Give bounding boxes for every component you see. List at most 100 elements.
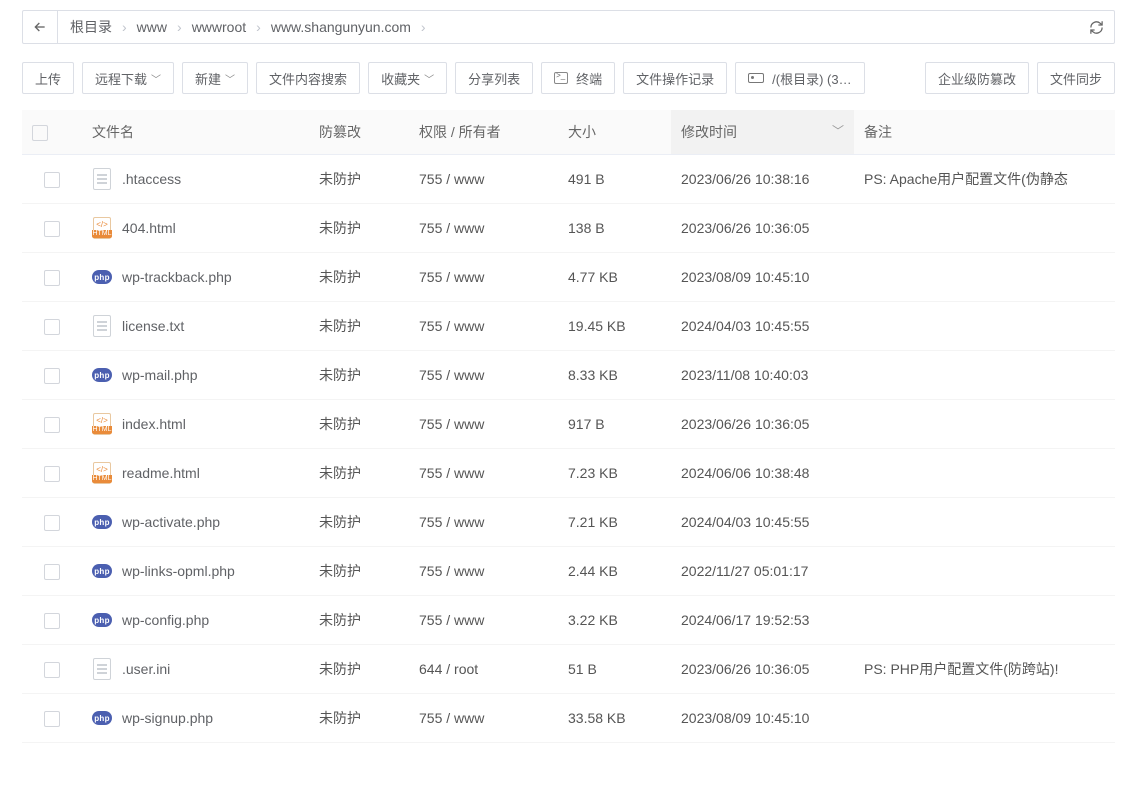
html-file-icon (92, 218, 112, 238)
row-checkbox[interactable] (44, 613, 60, 629)
size-cell: 19.45 KB (558, 302, 671, 351)
row-checkbox[interactable] (44, 662, 60, 678)
file-name[interactable]: wp-links-opml.php (122, 563, 235, 579)
content-search-button[interactable]: 文件内容搜索 (256, 62, 360, 94)
table-row[interactable]: phpwp-trackback.php未防护755 / www4.77 KB20… (22, 253, 1115, 302)
table-row[interactable]: 404.html未防护755 / www138 B2023/06/26 10:3… (22, 204, 1115, 253)
row-checkbox[interactable] (44, 221, 60, 237)
chevron-down-icon: ﹀ (424, 71, 434, 86)
note-cell (854, 449, 1115, 498)
row-checkbox[interactable] (44, 711, 60, 727)
table-row[interactable]: phpwp-activate.php未防护755 / www7.21 KB202… (22, 498, 1115, 547)
col-header-checkbox[interactable] (22, 110, 82, 155)
php-file-icon: php (92, 267, 112, 287)
php-file-icon: php (92, 708, 112, 728)
size-cell: 33.58 KB (558, 694, 671, 743)
note-cell (854, 596, 1115, 645)
back-button[interactable] (22, 10, 58, 44)
table-row[interactable]: readme.html未防护755 / www7.23 KB2024/06/06… (22, 449, 1115, 498)
table-row[interactable]: index.html未防护755 / www917 B2023/06/26 10… (22, 400, 1115, 449)
col-header-note[interactable]: 备注 (854, 110, 1115, 155)
file-sync-button[interactable]: 文件同步 (1037, 62, 1115, 94)
text-file-icon (92, 659, 112, 679)
file-name[interactable]: license.txt (122, 318, 184, 334)
row-checkbox[interactable] (44, 172, 60, 188)
breadcrumb-segment[interactable]: www (129, 19, 175, 35)
row-checkbox[interactable] (44, 270, 60, 286)
protect-cell: 未防护 (309, 645, 409, 694)
terminal-button[interactable]: 终端 (541, 62, 615, 94)
perm-cell: 755 / www (409, 302, 558, 351)
php-file-icon: php (92, 365, 112, 385)
upload-button[interactable]: 上传 (22, 62, 74, 94)
note-cell: PS: Apache用户配置文件(伪静态 (854, 155, 1115, 204)
table-row[interactable]: .user.ini未防护644 / root51 B2023/06/26 10:… (22, 645, 1115, 694)
table-row[interactable]: .htaccess未防护755 / www491 B2023/06/26 10:… (22, 155, 1115, 204)
table-row[interactable]: phpwp-links-opml.php未防护755 / www2.44 KB2… (22, 547, 1115, 596)
perm-cell: 755 / www (409, 449, 558, 498)
select-all-checkbox[interactable] (32, 125, 48, 141)
perm-cell: 755 / www (409, 596, 558, 645)
table-row[interactable]: phpwp-config.php未防护755 / www3.22 KB2024/… (22, 596, 1115, 645)
file-name[interactable]: wp-mail.php (122, 367, 197, 383)
size-cell: 491 B (558, 155, 671, 204)
php-file-icon: php (92, 561, 112, 581)
breadcrumb-segment[interactable]: wwwroot (184, 19, 254, 35)
breadcrumb-path: 根目录›www›wwwroot›www.shangunyun.com› (58, 10, 1079, 44)
file-name[interactable]: wp-trackback.php (122, 269, 232, 285)
breadcrumb-segment[interactable]: www.shangunyun.com (263, 19, 419, 35)
col-header-perm[interactable]: 权限 / 所有者 (409, 110, 558, 155)
html-file-icon (92, 463, 112, 483)
breadcrumb-segment[interactable]: 根目录 (62, 17, 120, 37)
perm-cell: 755 / www (409, 498, 558, 547)
row-checkbox[interactable] (44, 466, 60, 482)
table-row[interactable]: phpwp-mail.php未防护755 / www8.33 KB2023/11… (22, 351, 1115, 400)
size-cell: 917 B (558, 400, 671, 449)
note-cell (854, 498, 1115, 547)
row-checkbox[interactable] (44, 564, 60, 580)
file-name[interactable]: .user.ini (122, 661, 170, 677)
breadcrumb-bar: 根目录›www›wwwroot›www.shangunyun.com› (22, 10, 1115, 44)
share-list-button[interactable]: 分享列表 (455, 62, 533, 94)
row-checkbox[interactable] (44, 319, 60, 335)
file-name[interactable]: index.html (122, 416, 186, 432)
perm-cell: 644 / root (409, 645, 558, 694)
remote-download-button[interactable]: 远程下载﹀ (82, 62, 174, 94)
refresh-button[interactable] (1079, 10, 1115, 44)
operation-log-button[interactable]: 文件操作记录 (623, 62, 727, 94)
file-table: 文件名 防篡改 权限 / 所有者 大小 修改时间﹀ 备注 .htaccess未防… (22, 110, 1115, 743)
disk-root-button[interactable]: /(根目录) (3… (735, 62, 864, 94)
row-checkbox[interactable] (44, 515, 60, 531)
modified-cell: 2024/06/17 19:52:53 (671, 596, 854, 645)
col-header-protect[interactable]: 防篡改 (309, 110, 409, 155)
col-header-name[interactable]: 文件名 (82, 110, 309, 155)
note-cell (854, 400, 1115, 449)
row-checkbox[interactable] (44, 417, 60, 433)
perm-cell: 755 / www (409, 155, 558, 204)
col-header-modified[interactable]: 修改时间﹀ (671, 110, 854, 155)
file-name[interactable]: .htaccess (122, 171, 181, 187)
protect-cell: 未防护 (309, 498, 409, 547)
modified-cell: 2024/06/06 10:38:48 (671, 449, 854, 498)
new-button[interactable]: 新建﹀ (182, 62, 248, 94)
col-header-size[interactable]: 大小 (558, 110, 671, 155)
modified-cell: 2023/11/08 10:40:03 (671, 351, 854, 400)
row-checkbox[interactable] (44, 368, 60, 384)
chevron-right-icon: › (419, 19, 428, 35)
table-row[interactable]: license.txt未防护755 / www19.45 KB2024/04/0… (22, 302, 1115, 351)
size-cell: 4.77 KB (558, 253, 671, 302)
note-cell (854, 302, 1115, 351)
file-name[interactable]: 404.html (122, 220, 176, 236)
modified-cell: 2024/04/03 10:45:55 (671, 302, 854, 351)
file-name[interactable]: wp-signup.php (122, 710, 213, 726)
size-cell: 8.33 KB (558, 351, 671, 400)
tamper-protect-button[interactable]: 企业级防篡改 (925, 62, 1029, 94)
favorites-button[interactable]: 收藏夹﹀ (368, 62, 447, 94)
file-name[interactable]: wp-activate.php (122, 514, 220, 530)
protect-cell: 未防护 (309, 400, 409, 449)
note-cell (854, 253, 1115, 302)
table-row[interactable]: phpwp-signup.php未防护755 / www33.58 KB2023… (22, 694, 1115, 743)
file-name[interactable]: readme.html (122, 465, 200, 481)
chevron-right-icon: › (120, 19, 129, 35)
file-name[interactable]: wp-config.php (122, 612, 209, 628)
